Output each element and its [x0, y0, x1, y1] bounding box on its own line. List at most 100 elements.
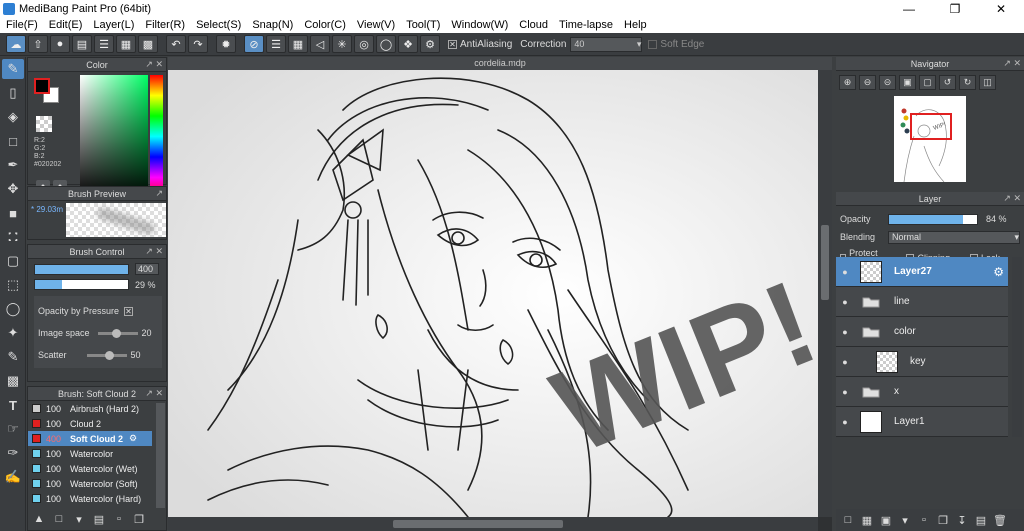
text-tool-icon[interactable]: T [2, 395, 24, 415]
bucket-tool-icon[interactable]: ⛚ [2, 227, 24, 247]
new-folder-icon[interactable]: ▫ [916, 512, 932, 528]
crisscross-snap-icon[interactable]: ▦ [288, 35, 308, 53]
duplicate-layer-icon[interactable]: ❐ [935, 512, 951, 528]
fit-window-icon[interactable]: ▢ [919, 75, 936, 90]
layer-clear-icon[interactable]: ▤ [973, 512, 989, 528]
fg-bg-swatch[interactable] [34, 78, 60, 104]
flip-icon[interactable]: ◫ [979, 75, 996, 90]
visibility-icon[interactable]: ● [836, 297, 854, 307]
zoom-out-icon[interactable]: ⊖ [859, 75, 876, 90]
select-pen-icon[interactable]: ✎ [2, 347, 24, 367]
zoom-in-icon[interactable]: ⊕ [839, 75, 856, 90]
brush-list-item-selected[interactable]: 400 Soft Cloud 2 ⚙ [28, 431, 152, 446]
new-layer-icon[interactable]: □ [840, 512, 856, 528]
magic-wand-icon[interactable]: ✦ [2, 323, 24, 343]
undo-icon[interactable]: ↶ [166, 35, 186, 53]
list-icon[interactable]: ☰ [94, 35, 114, 53]
blending-select[interactable]: Normal ▾ [888, 230, 1020, 244]
drawing-canvas[interactable]: WIP! [168, 70, 818, 517]
brush-size-value[interactable]: 400 [135, 263, 159, 275]
layer-row-line[interactable]: ● line [836, 287, 1008, 317]
panel-icon[interactable]: ▩ [138, 35, 158, 53]
menu-color[interactable]: Color(C) [304, 19, 346, 31]
brush-list-scrollbar[interactable] [156, 403, 165, 508]
select-eraser-icon[interactable]: ▩ [2, 371, 24, 391]
antialiasing-checkbox[interactable]: ✕ [448, 39, 457, 49]
visibility-icon[interactable]: ● [836, 357, 854, 367]
brush-list-item[interactable]: 100 Watercolor (Soft) [28, 476, 152, 491]
rectangle-tool-icon[interactable]: □ [2, 131, 24, 151]
lasso-tool-icon[interactable]: ◯ [2, 299, 24, 319]
visibility-icon[interactable]: ● [836, 267, 854, 277]
panel-popout-icon[interactable]: ↗ ✕ [145, 388, 163, 399]
navigator-thumbnail[interactable]: WIP! [894, 96, 966, 183]
select-tool-icon[interactable]: ⬚ [2, 275, 24, 295]
maximize-icon[interactable]: ❐ [932, 0, 978, 17]
layer-list-scrollbar[interactable] [1012, 257, 1022, 437]
layer-settings-gear-icon[interactable]: ⚙ [993, 265, 1004, 279]
operation-tool-icon[interactable]: ☞ [2, 419, 24, 439]
hand-tool-icon[interactable]: ✍ [2, 467, 24, 487]
minimize-icon[interactable]: — [886, 0, 932, 17]
brush-folder-icon[interactable]: ▫ [110, 511, 128, 527]
menu-timelapse[interactable]: Time-lapse [559, 19, 613, 31]
layer-opacity-slider[interactable] [888, 213, 978, 225]
visibility-icon[interactable]: ● [836, 417, 854, 427]
correction-select[interactable]: 40 ▾ [570, 36, 643, 52]
menu-tool[interactable]: Tool(T) [406, 19, 440, 31]
panel-popout-icon[interactable]: ↗ ✕ [145, 246, 163, 257]
menu-layer[interactable]: Layer(L) [93, 19, 134, 31]
grid-icon[interactable]: ▦ [116, 35, 136, 53]
panel-popout-icon[interactable]: ↗ ✕ [1003, 193, 1021, 204]
merge-down-icon[interactable]: ↧ [954, 512, 970, 528]
panel-popout-icon[interactable]: ↗ ✕ [145, 59, 163, 70]
move-tool-icon[interactable]: ✥ [2, 179, 24, 199]
add-layer-menu-icon[interactable]: ▾ [897, 512, 913, 528]
fill-shape-icon[interactable]: ■ [2, 203, 24, 223]
saturation-value-picker[interactable] [80, 75, 148, 198]
scatter-slider[interactable] [86, 350, 127, 360]
rotate-right-icon[interactable]: ↻ [959, 75, 976, 90]
redo-icon[interactable]: ↷ [188, 35, 208, 53]
gradient-tool-icon[interactable]: ▢ [2, 251, 24, 271]
brush-list-item[interactable]: 100 Watercolor (Wet) [28, 461, 152, 476]
new-8bit-layer-icon[interactable]: ▣ [878, 512, 894, 528]
navigator-viewport-rect[interactable] [910, 113, 952, 140]
layer-row-layer1[interactable]: ● Layer1 [836, 407, 1008, 437]
menu-edit[interactable]: Edit(E) [49, 19, 83, 31]
antialiasing-toggle[interactable]: ✕ AntiAliasing [448, 39, 512, 50]
opacity-pressure-checkbox[interactable]: ✕ [124, 306, 134, 316]
layer-row-layer27[interactable]: ● Layer27 ⚙ [836, 257, 1008, 287]
loading-icon[interactable]: ✹ [216, 35, 236, 53]
circle-snap-icon[interactable]: ◎ [354, 35, 374, 53]
brush-list-item[interactable]: 100 Watercolor (Hard) [28, 491, 152, 506]
new-brush-icon[interactable]: □ [50, 511, 68, 527]
menu-cloud[interactable]: Cloud [519, 19, 548, 31]
settings-snap-icon[interactable]: ⚙ [420, 35, 440, 53]
dot-eraser-icon[interactable]: ◈ [2, 107, 24, 127]
brush-list-item[interactable]: 100 Airbrush (Hard 2) [28, 401, 152, 416]
edit-snap-icon[interactable]: ❖ [398, 35, 418, 53]
radial-snap-icon[interactable]: ✳ [332, 35, 352, 53]
transparent-color-swatch[interactable] [36, 116, 52, 132]
new-halftone-layer-icon[interactable]: ▦ [859, 512, 875, 528]
menu-help[interactable]: Help [624, 19, 647, 31]
layer-row-x[interactable]: ● x [836, 377, 1008, 407]
delete-layer-icon[interactable]: 🗑 [992, 512, 1008, 528]
menu-window[interactable]: Window(W) [451, 19, 508, 31]
add-brush-icon[interactable]: ▲ [30, 511, 48, 527]
brush-list-item[interactable]: 100 Cloud 2 [28, 416, 152, 431]
document-icon[interactable]: ▤ [72, 35, 92, 53]
rotate-left-icon[interactable]: ↺ [939, 75, 956, 90]
eyedropper-tool-icon[interactable]: ✑ [2, 443, 24, 463]
canvas-vertical-scrollbar[interactable] [818, 70, 832, 517]
image-space-slider[interactable] [97, 328, 138, 338]
layer-row-key[interactable]: ● key [836, 347, 1008, 377]
close-icon[interactable]: ✕ [978, 0, 1024, 17]
export-icon[interactable]: ⇧ [28, 35, 48, 53]
canvas-hscroll-thumb[interactable] [393, 520, 563, 528]
soft-edge-checkbox[interactable] [648, 39, 658, 49]
vanishing-point-icon[interactable]: ◁ [310, 35, 330, 53]
menu-select[interactable]: Select(S) [196, 19, 241, 31]
brush-settings-gear-icon[interactable]: ⚙ [129, 433, 137, 444]
